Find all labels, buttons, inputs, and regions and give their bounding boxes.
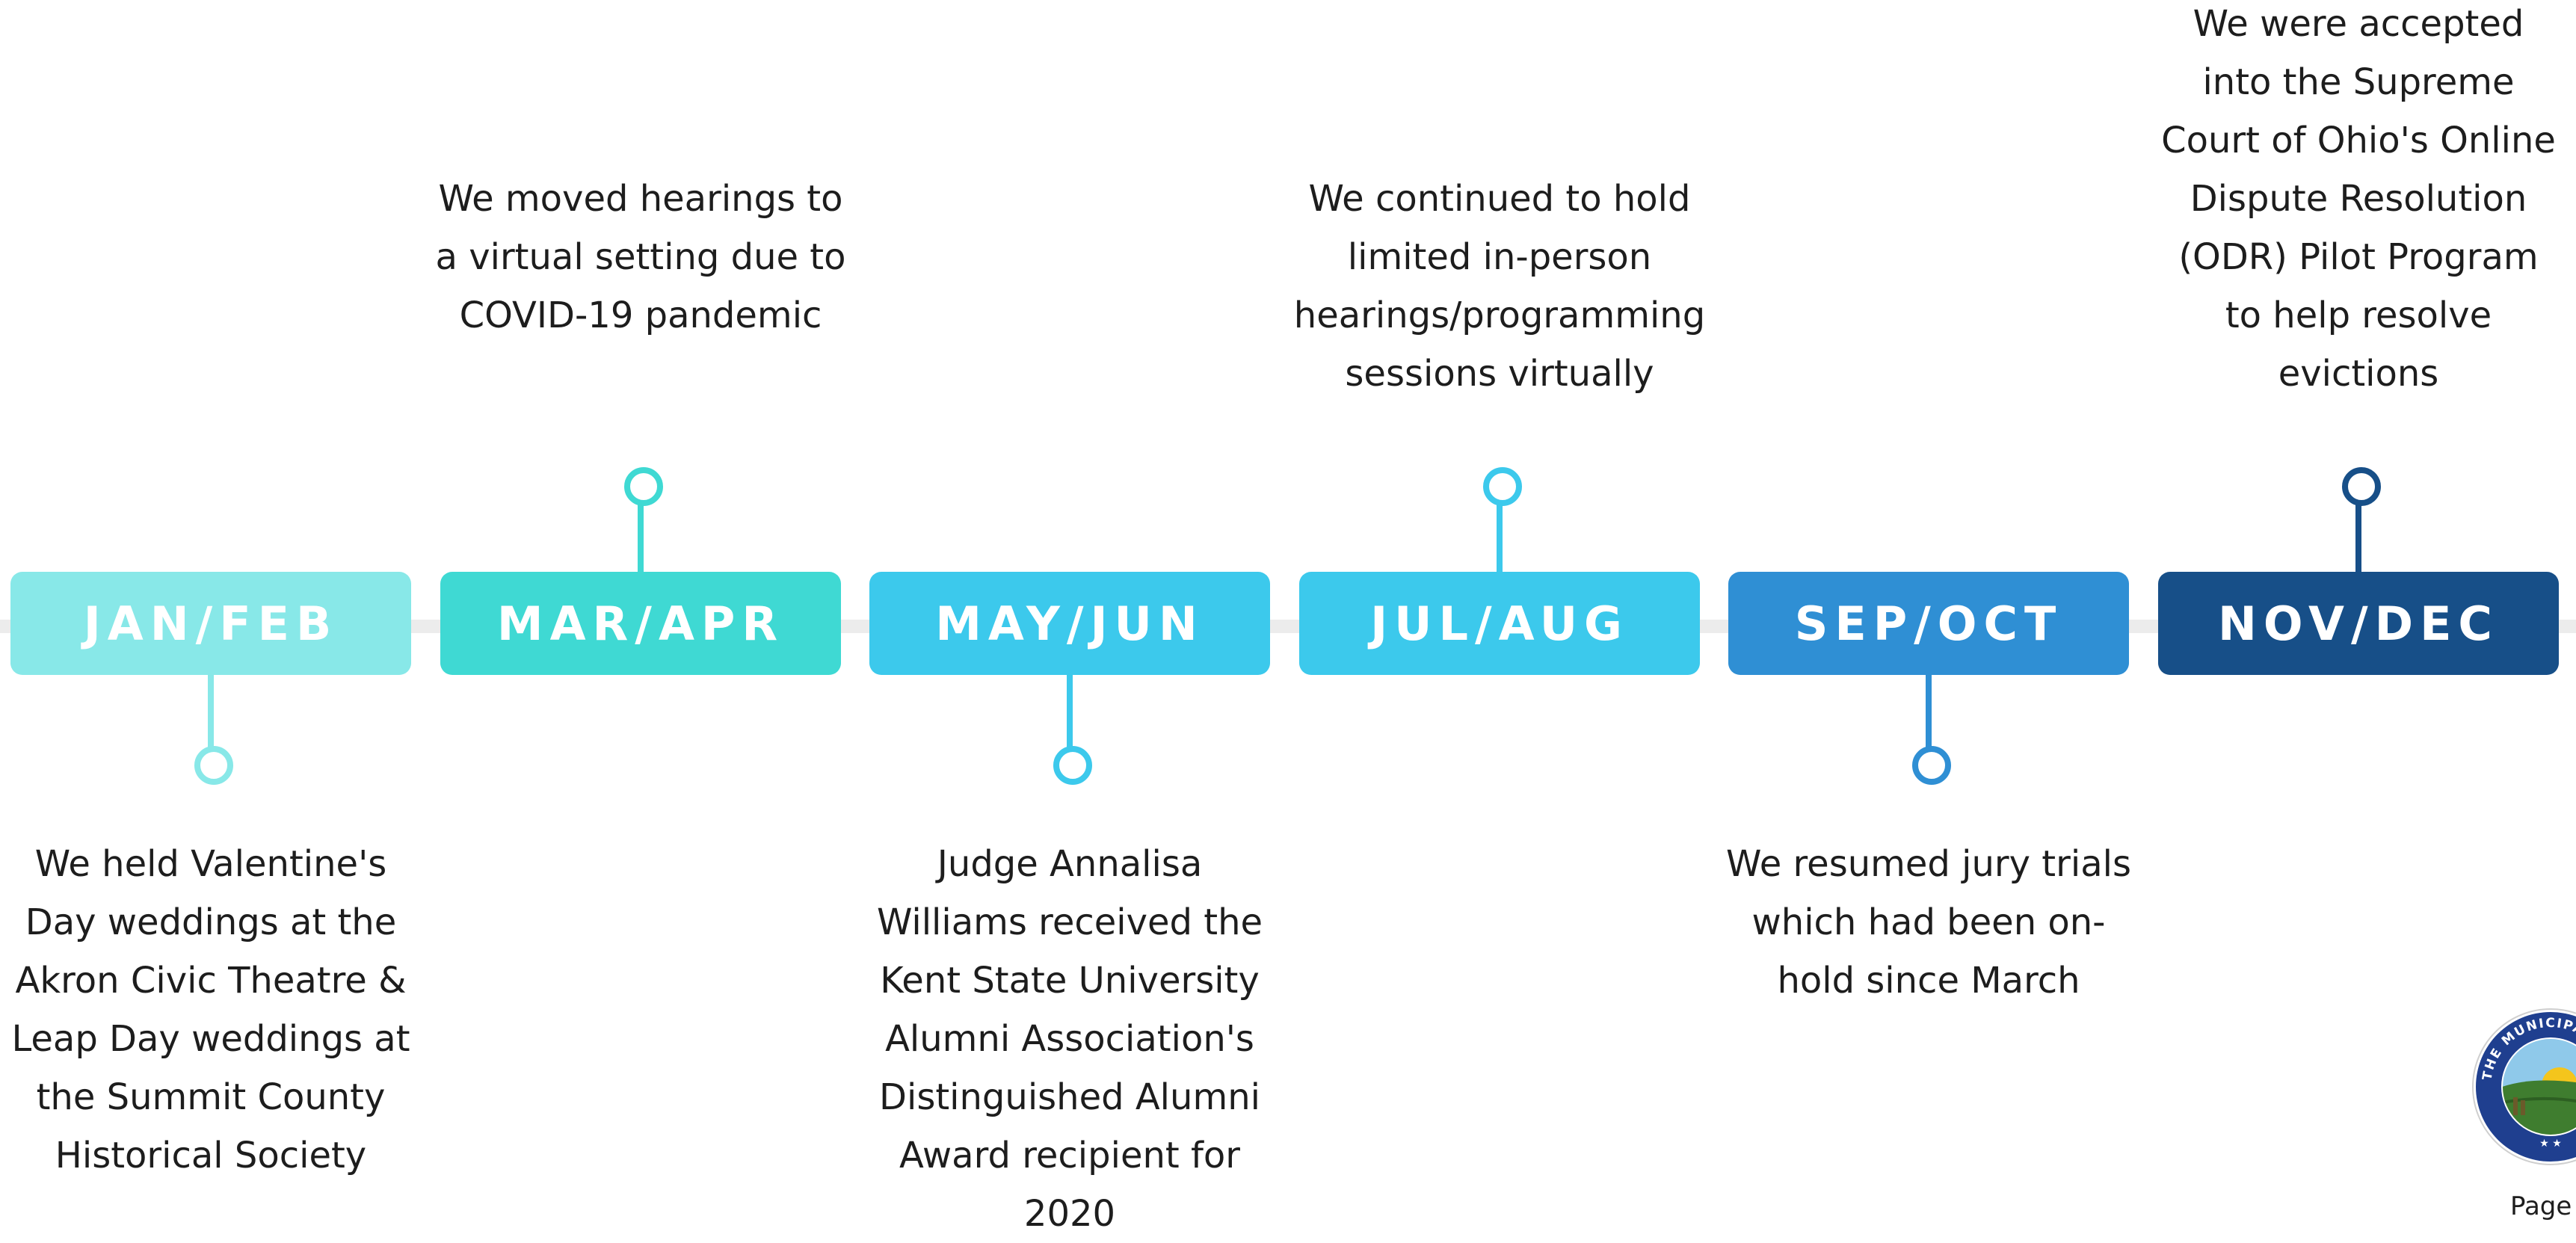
connector-stem xyxy=(1926,675,1932,750)
note-line: sessions virtually xyxy=(1345,353,1654,395)
note-line: Award recipient for xyxy=(899,1135,1240,1176)
timeline-box-jan-feb: JAN/FEB xyxy=(10,572,411,675)
note-line: into the Supreme xyxy=(2202,61,2515,103)
connector-stem xyxy=(1067,675,1073,750)
note-line: Kent State University xyxy=(880,960,1260,1002)
timeline-node-dot xyxy=(1483,467,1522,506)
note-line: the Summit County xyxy=(36,1076,386,1118)
timeline-note-may-jun: Judge Annalisa Williams received the Ken… xyxy=(860,835,1279,1243)
note-line: COVID-19 pandemic xyxy=(459,294,822,336)
note-line: 2020 xyxy=(1023,1193,1116,1235)
note-line: Williams received the xyxy=(876,901,1263,943)
timeline-note-jul-aug: We continued to hold limited in-person h… xyxy=(1290,170,1709,403)
connector-stem xyxy=(208,675,214,750)
note-line: evictions xyxy=(2278,353,2439,395)
court-seal-logo: THE MUNICIPAL COURT ★ ★ xyxy=(2463,993,2576,1165)
note-line: We held Valentine's xyxy=(34,843,387,885)
note-line: Day weddings at the xyxy=(25,901,397,943)
note-line: limited in-person xyxy=(1347,236,1652,278)
note-line: (ODR) Pilot Program xyxy=(2178,236,2539,278)
note-line: We continued to hold xyxy=(1308,178,1691,220)
timeline-node-dot xyxy=(2342,467,2381,506)
note-line: a virtual setting due to xyxy=(435,236,846,278)
note-line: Judge Annalisa xyxy=(937,843,1203,885)
connector-stem xyxy=(638,501,644,572)
page-label: Page xyxy=(2510,1191,2572,1221)
note-line: Alumni Association's xyxy=(885,1018,1254,1060)
seal-wheat-icon xyxy=(2513,1097,2518,1115)
timeline-node-dot xyxy=(624,467,663,506)
note-line: Leap Day weddings at xyxy=(11,1018,410,1060)
note-line: Distinguished Alumni xyxy=(879,1076,1260,1118)
timeline-box-nov-dec: NOV/DEC xyxy=(2158,572,2559,675)
note-line: Historical Society xyxy=(55,1135,367,1176)
timeline-note-sep-oct: We resumed jury trials which had been on… xyxy=(1719,835,2138,1010)
timeline-label: NOV/DEC xyxy=(2218,596,2499,651)
connector-stem xyxy=(1497,501,1503,572)
timeline-label: MAR/APR xyxy=(496,596,785,651)
note-line: We moved hearings to xyxy=(438,178,843,220)
note-line: Akron Civic Theatre & xyxy=(15,960,407,1002)
timeline-note-nov-dec: We were accepted into the Supreme Court … xyxy=(2149,0,2568,403)
timeline-note-mar-apr: We moved hearings to a virtual setting d… xyxy=(431,170,850,345)
timeline-box-jul-aug: JUL/AUG xyxy=(1299,572,1700,675)
timeline-node-dot xyxy=(194,746,233,785)
note-line: to help resolve xyxy=(2225,294,2492,336)
note-line: hearings/programming xyxy=(1293,294,1706,336)
timeline-label: MAY/JUN xyxy=(935,596,1204,651)
seal-wheat-icon xyxy=(2521,1100,2525,1115)
timeline-label: SEP/OCT xyxy=(1794,596,2063,651)
timeline-node-dot xyxy=(1912,746,1951,785)
connector-stem xyxy=(2355,501,2361,572)
seal-stars-icon: ★ ★ xyxy=(2539,1138,2562,1150)
timeline-box-may-jun: MAY/JUN xyxy=(869,572,1270,675)
note-line: We were accepted xyxy=(2193,3,2524,45)
timeline-node-dot xyxy=(1053,746,1092,785)
timeline-label: JAN/FEB xyxy=(83,596,339,651)
note-line: which had been on- xyxy=(1751,901,2106,943)
note-line: Dispute Resolution xyxy=(2190,178,2527,220)
timeline-label: JUL/AUG xyxy=(1370,596,1629,651)
timeline-box-mar-apr: MAR/APR xyxy=(440,572,841,675)
note-line: Court of Ohio's Online xyxy=(2161,120,2556,161)
timeline-box-sep-oct: SEP/OCT xyxy=(1728,572,2129,675)
note-line: hold since March xyxy=(1777,960,2080,1002)
note-line: We resumed jury trials xyxy=(1726,843,2131,885)
timeline-note-jan-feb: We held Valentine's Day weddings at the … xyxy=(1,835,420,1185)
